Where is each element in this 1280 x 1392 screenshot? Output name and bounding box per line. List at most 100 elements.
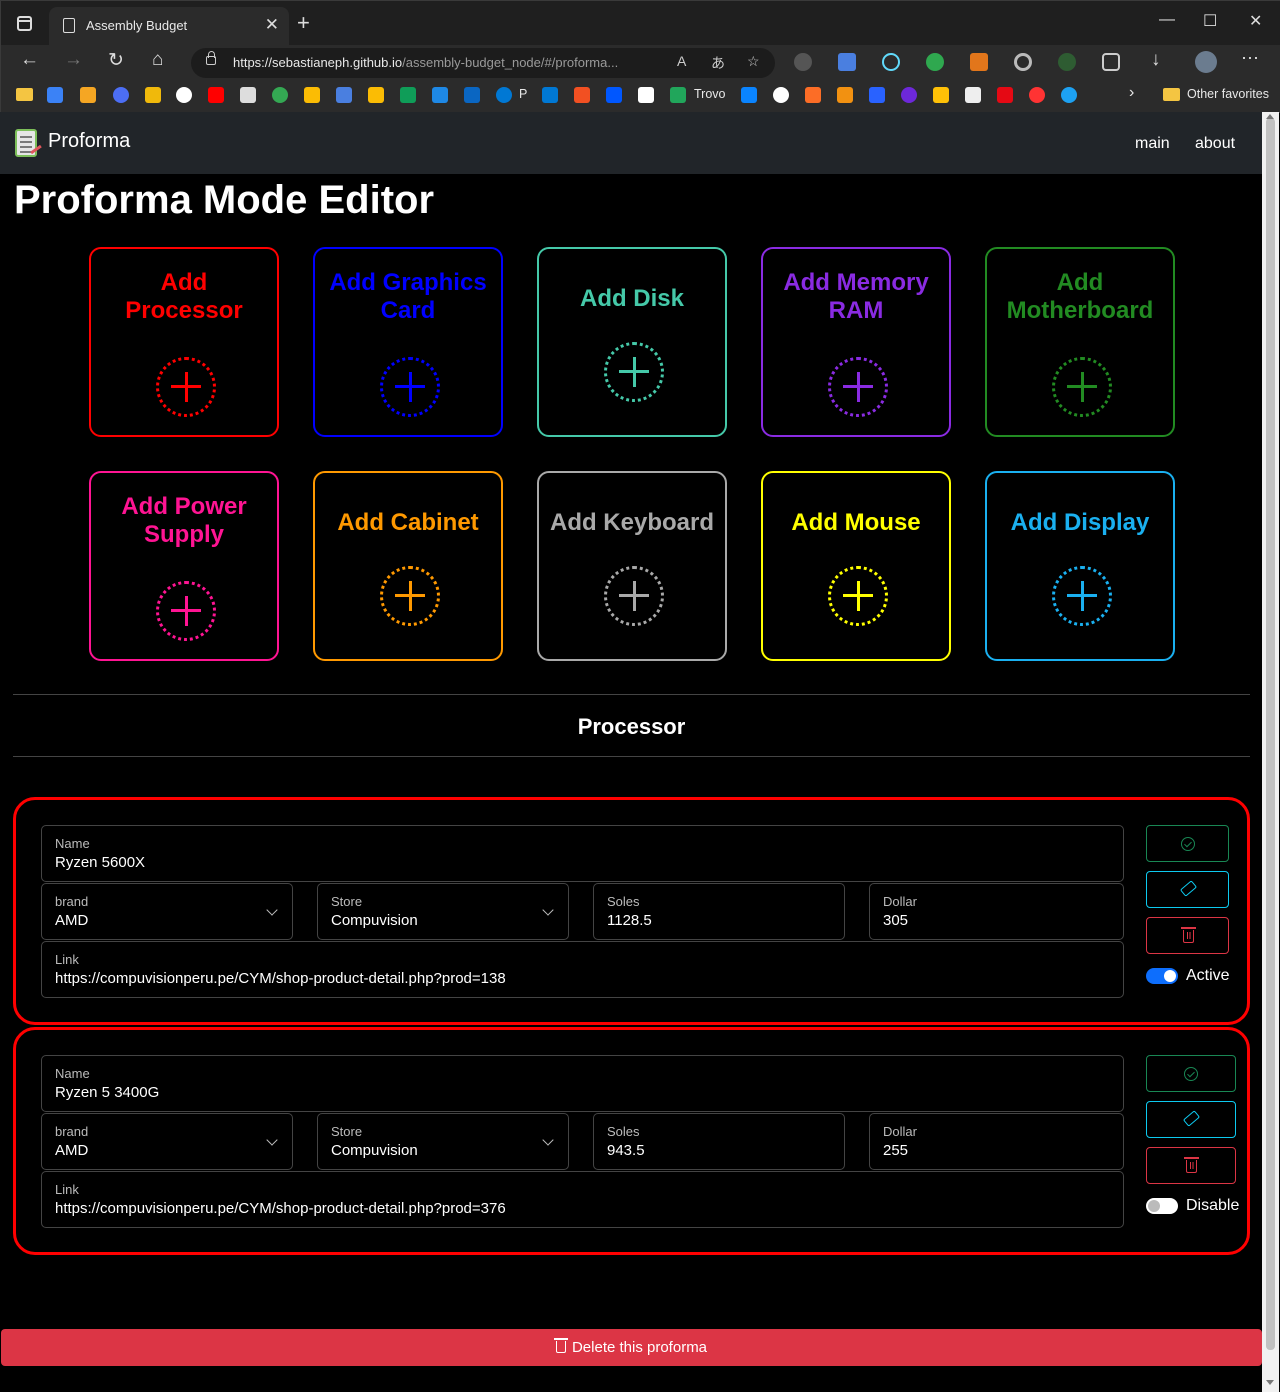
link-value[interactable]: https://compuvisionperu.pe/CYM/shop-prod… xyxy=(55,970,506,987)
extension-translate-icon[interactable] xyxy=(838,53,856,71)
nav-main-link[interactable]: main xyxy=(1135,135,1170,153)
bookmark-keep-icon[interactable] xyxy=(368,87,384,103)
tab-close-icon[interactable]: ✕ xyxy=(265,15,279,35)
favorite-star-icon[interactable]: ☆ xyxy=(747,53,760,70)
plus-circle-icon[interactable] xyxy=(828,566,888,626)
plus-circle-icon[interactable] xyxy=(604,566,664,626)
add-card-memory-ram[interactable]: Add Memory RAM xyxy=(761,247,951,437)
add-card-mouse[interactable]: Add Mouse xyxy=(761,471,951,661)
add-card-disk[interactable]: Add Disk xyxy=(537,247,727,437)
brand-select[interactable]: brand AMD xyxy=(41,1113,293,1170)
soles-field[interactable]: Soles 1128.5 xyxy=(593,883,845,940)
bookmark-3-icon[interactable] xyxy=(113,87,129,103)
plus-circle-icon[interactable] xyxy=(828,357,888,417)
link-field[interactable]: Link https://compuvisionperu.pe/CYM/shop… xyxy=(41,1171,1124,1228)
bookmark-trovo-icon[interactable] xyxy=(670,87,686,103)
other-favorites-folder-icon[interactable] xyxy=(1163,88,1180,101)
link-value[interactable]: https://compuvisionperu.pe/CYM/shop-prod… xyxy=(55,1200,506,1217)
new-tab-button[interactable]: + xyxy=(297,10,310,36)
clear-button[interactable] xyxy=(1146,871,1229,908)
plus-circle-icon[interactable] xyxy=(156,357,216,417)
bookmark-outlook-icon[interactable] xyxy=(542,87,558,103)
plus-circle-icon[interactable] xyxy=(380,566,440,626)
extension-download-icon[interactable] xyxy=(1058,53,1076,71)
read-aloud-icon[interactable]: A xyxy=(677,53,686,69)
profile-avatar[interactable] xyxy=(1195,51,1217,73)
plus-circle-icon[interactable] xyxy=(1052,566,1112,626)
bookmark-sheets-icon[interactable] xyxy=(400,87,416,103)
name-value[interactable]: Ryzen 5 3400G xyxy=(55,1084,159,1101)
clear-button[interactable] xyxy=(1146,1101,1236,1138)
plus-circle-icon[interactable] xyxy=(1052,357,1112,417)
bookmark-twitter-icon[interactable] xyxy=(1061,87,1077,103)
close-window-button[interactable]: ✕ xyxy=(1249,11,1262,31)
bookmark-tw-icon[interactable] xyxy=(638,87,654,103)
bookmark-onedrive-icon[interactable] xyxy=(496,87,512,103)
add-card-cabinet[interactable]: Add Cabinet xyxy=(313,471,503,661)
bookmark-netflix-icon[interactable] xyxy=(997,87,1013,103)
bookmark-microsoft-icon[interactable] xyxy=(574,87,590,103)
chevron-down-icon[interactable] xyxy=(266,904,278,916)
forward-icon[interactable]: → xyxy=(64,49,83,71)
bookmark-linkedin-icon[interactable] xyxy=(464,87,480,103)
bookmark-youtube-icon[interactable] xyxy=(208,87,224,103)
delete-item-button[interactable] xyxy=(1146,917,1229,954)
address-bar[interactable]: https://sebastianeph.github.io/assembly-… xyxy=(191,48,775,78)
bookmark-calendar-icon[interactable] xyxy=(240,87,256,103)
chevron-right-icon[interactable]: › xyxy=(1129,84,1134,102)
extension-react-icon[interactable] xyxy=(882,53,900,71)
tab-actions-icon[interactable] xyxy=(17,16,32,31)
bookmark-github-icon[interactable] xyxy=(773,87,789,103)
scroll-up-icon[interactable] xyxy=(1266,114,1274,119)
bookmark-binance-icon[interactable] xyxy=(145,87,161,103)
plus-circle-icon[interactable] xyxy=(156,581,216,641)
brand-value[interactable]: AMD xyxy=(55,1142,88,1159)
bookmark-2-icon[interactable] xyxy=(80,87,96,103)
downloads-icon[interactable]: ↓ xyxy=(1151,49,1161,71)
add-card-graphics-card[interactable]: Add Graphics Card xyxy=(313,247,503,437)
add-card-keyboard[interactable]: Add Keyboard xyxy=(537,471,727,661)
minimize-button[interactable]: — xyxy=(1159,11,1175,29)
brand-link[interactable]: Proforma xyxy=(48,130,130,153)
save-button[interactable] xyxy=(1146,825,1229,862)
proforma-logo-icon[interactable] xyxy=(15,129,37,157)
add-card-motherboard[interactable]: Add Motherboard xyxy=(985,247,1175,437)
bookmark-5-icon[interactable] xyxy=(741,87,757,103)
plus-circle-icon[interactable] xyxy=(380,357,440,417)
link-field[interactable]: Link https://compuvisionperu.pe/CYM/shop… xyxy=(41,941,1124,998)
store-value[interactable]: Compuvision xyxy=(331,1142,418,1159)
extension-green-icon[interactable] xyxy=(926,53,944,71)
refresh-icon[interactable]: ↻ xyxy=(108,49,124,72)
dollar-value[interactable]: 255 xyxy=(883,1142,908,1159)
back-icon[interactable]: ← xyxy=(20,49,39,71)
delete-item-button[interactable] xyxy=(1146,1147,1236,1184)
bookmark-word-icon[interactable] xyxy=(606,87,622,103)
active-toggle[interactable] xyxy=(1146,1198,1178,1214)
scrollbar-thumb[interactable] xyxy=(1266,118,1275,1350)
bookmark-gitlab-icon[interactable] xyxy=(805,87,821,103)
translate-icon[interactable]: あ xyxy=(711,53,725,73)
name-field[interactable]: Name Ryzen 5600X xyxy=(41,825,1124,882)
bookmark-photos-icon[interactable] xyxy=(272,87,288,103)
settings-menu-icon[interactable]: ⋯ xyxy=(1241,48,1259,69)
bookmark-4-icon[interactable] xyxy=(432,87,448,103)
store-select[interactable]: Store Compuvision xyxy=(317,883,569,940)
nav-about-link[interactable]: about xyxy=(1195,135,1235,153)
bookmark-folder-icon[interactable] xyxy=(16,88,33,101)
bookmark-9-icon[interactable] xyxy=(933,87,949,103)
name-field[interactable]: Name Ryzen 5 3400G xyxy=(41,1055,1124,1112)
url-text[interactable]: https://sebastianeph.github.io/assembly-… xyxy=(233,55,618,70)
bookmark-yandex-icon[interactable] xyxy=(1029,87,1045,103)
tab-assembly-budget[interactable]: Assembly Budget ✕ xyxy=(49,7,289,45)
extensions-puzzle-icon[interactable] xyxy=(1102,53,1120,71)
scroll-down-icon[interactable] xyxy=(1266,1380,1274,1385)
store-select[interactable]: Store Compuvision xyxy=(317,1113,569,1170)
soles-field[interactable]: Soles 943.5 xyxy=(593,1113,845,1170)
add-card-display[interactable]: Add Display xyxy=(985,471,1175,661)
dollar-value[interactable]: 305 xyxy=(883,912,908,929)
extension-metamask-icon[interactable] xyxy=(970,53,988,71)
lock-icon[interactable] xyxy=(206,51,216,65)
bookmark-drive-icon[interactable] xyxy=(304,87,320,103)
bookmark-6-icon[interactable] xyxy=(837,87,853,103)
save-button[interactable] xyxy=(1146,1055,1236,1092)
